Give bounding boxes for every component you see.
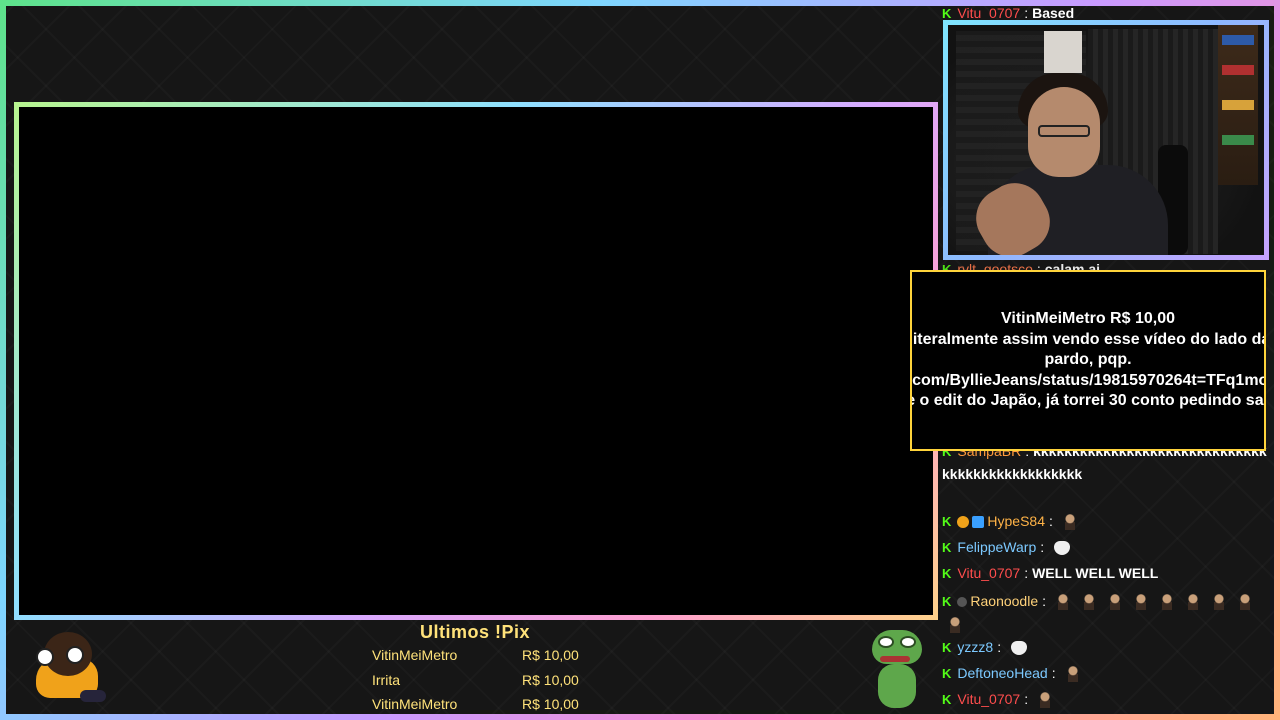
pix-row: VitinMeiMetro R$ 10,00 xyxy=(372,646,592,671)
webcam-feed xyxy=(948,25,1264,255)
emote-icon xyxy=(1108,594,1123,611)
emote-icon xyxy=(1065,666,1080,683)
chat-username: HypeS84 xyxy=(987,513,1045,529)
pix-row: Irrita R$ 10,00 xyxy=(372,671,592,696)
badge-icon xyxy=(972,516,985,529)
chat-username: Vitu_0707 xyxy=(957,565,1021,581)
frog-mouth xyxy=(880,656,910,662)
frog-body xyxy=(878,664,916,708)
kick-icon: K xyxy=(942,594,952,609)
badge-icon xyxy=(957,516,970,529)
mascot-eye xyxy=(36,648,54,666)
chat-separator: : xyxy=(1024,5,1029,21)
book xyxy=(1222,100,1254,110)
pepe-frog xyxy=(866,628,926,710)
game-capture-screen xyxy=(19,107,933,615)
emote-icon xyxy=(1238,594,1253,611)
chat-separator: : xyxy=(1024,565,1029,581)
kick-icon: K xyxy=(942,540,952,555)
pix-list: VitinMeiMetro R$ 10,00 Irrita R$ 10,00 V… xyxy=(372,646,592,720)
badge-icon xyxy=(957,597,968,608)
pix-amount: R$ 10,00 xyxy=(522,647,579,663)
book xyxy=(1222,135,1254,145)
chat-username: Vitu_0707 xyxy=(957,5,1021,21)
chat-username: yzzz8 xyxy=(957,639,994,655)
chat-username: Raonoodle xyxy=(970,593,1039,609)
chat-message: K FelippeWarp: xyxy=(942,538,1268,557)
pix-amount: R$ 10,00 xyxy=(522,671,579,688)
kick-icon: K xyxy=(942,6,952,21)
chat-username: FelippeWarp xyxy=(957,539,1037,555)
chat-separator: : xyxy=(1042,593,1047,609)
frog-eye xyxy=(900,636,916,648)
emote-icon xyxy=(1054,541,1071,556)
mascot-leg xyxy=(80,690,106,702)
book xyxy=(1222,35,1254,45)
emote-icon xyxy=(948,617,962,634)
chat-message: Kyzzz8: xyxy=(942,638,1268,657)
alert-message: Estou literalmente assim vendo esse víde… xyxy=(910,330,1264,410)
emote-icon xyxy=(1011,641,1028,656)
pix-title: Ultimos !Pix xyxy=(419,622,531,642)
chat-message: K Raonoodle: xyxy=(942,590,1268,635)
pix-amount: R$ 10,00 xyxy=(522,696,579,712)
kick-icon: K xyxy=(942,640,952,655)
emote-icon xyxy=(1038,692,1053,709)
donation-alert: VitinMeiMetro R$ 10,00 Estou literalment… xyxy=(910,270,1266,451)
kick-icon: K xyxy=(942,514,952,529)
chat-text: WELL WELL WELL xyxy=(1032,565,1159,581)
mascot-character xyxy=(16,628,106,708)
chat-message: K Vitu_0707: WELL WELL WELL xyxy=(942,564,1268,583)
pix-row: VitinMeiMetro R$ 10,00 xyxy=(372,695,592,720)
chat-separator: : xyxy=(1051,665,1056,681)
emote-icon xyxy=(1160,594,1175,611)
pix-name: VitinMeiMetro xyxy=(372,647,458,663)
frog-eye xyxy=(878,636,894,648)
chat-username: Vitu_0707 xyxy=(957,691,1021,707)
emote-icon xyxy=(1186,594,1201,611)
chat-message: K Vitu_0707: xyxy=(942,690,1268,709)
chat-separator: : xyxy=(997,639,1002,655)
glasses xyxy=(1038,125,1090,137)
chat-message: K DeftoneoHead: xyxy=(942,664,1268,683)
kick-icon: K xyxy=(942,666,952,681)
mascot-eye xyxy=(66,646,84,664)
pix-name: VitinMeiMetro xyxy=(372,696,458,712)
alert-title: VitinMeiMetro R$ 10,00 xyxy=(1001,310,1175,328)
emote-icon xyxy=(1134,594,1149,611)
emote-icon xyxy=(1082,594,1097,611)
chat-separator: : xyxy=(1024,691,1029,707)
game-capture-frame xyxy=(14,102,938,620)
chat-separator: : xyxy=(1040,539,1045,555)
pix-name: Irrita xyxy=(372,671,400,688)
emote-icon xyxy=(1056,594,1071,611)
webcam-frame xyxy=(943,20,1269,260)
wall-poster xyxy=(1044,31,1082,73)
chat-message: K HypeS84: xyxy=(942,512,1268,531)
kick-icon: K xyxy=(942,566,952,581)
kick-icon: K xyxy=(942,692,952,707)
book xyxy=(1222,65,1254,75)
chat-separator: : xyxy=(1048,513,1053,529)
chat-text: Based xyxy=(1032,5,1075,21)
emote-icon xyxy=(1212,594,1227,611)
emote-icon xyxy=(1062,514,1077,531)
chat-username: DeftoneoHead xyxy=(957,665,1048,681)
